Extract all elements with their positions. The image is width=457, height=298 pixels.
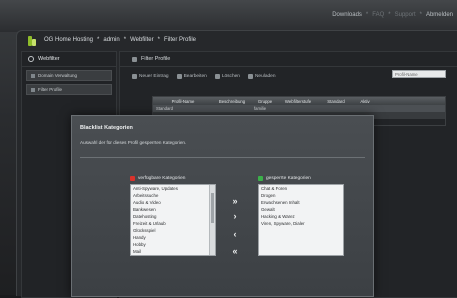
list-item[interactable]: Glücksspiel: [131, 227, 215, 234]
logout-link[interactable]: Abmelden: [426, 12, 453, 18]
column-header[interactable]: Aktiv: [355, 99, 375, 104]
sidebar-item-domain-verwaltung[interactable]: Domain Verwaltung: [26, 70, 112, 81]
gear-icon: [28, 56, 34, 62]
grid-icon: [132, 56, 137, 62]
breadcrumb-item[interactable]: OG Home Hosting: [44, 37, 93, 43]
add-icon: [132, 73, 137, 79]
blocked-categories-header: gesperrte Kategorien: [258, 176, 311, 181]
list-item[interactable]: Gewalt: [259, 206, 343, 213]
scrollbar[interactable]: [209, 185, 215, 255]
list-icon: [31, 87, 35, 92]
list-item[interactable]: Mail: [131, 248, 215, 255]
support-link[interactable]: Support: [395, 12, 416, 18]
breadcrumb-separator: *: [157, 37, 160, 43]
breadcrumb-item: Filter Profile: [163, 37, 196, 43]
column-header[interactable]: Beschreibung: [213, 99, 251, 104]
list-item[interactable]: Datehosting: [131, 213, 215, 220]
page-title: Filter Profile: [141, 56, 171, 62]
delete-button[interactable]: Löschen: [214, 73, 240, 79]
app-logo-icon: [27, 34, 37, 46]
downloads-link[interactable]: Downloads: [332, 12, 362, 18]
list-item[interactable]: Handy: [131, 234, 215, 241]
sidebar-item-label: Filter Profile: [38, 87, 63, 92]
red-square-icon: [130, 176, 135, 181]
green-square-icon: [258, 176, 263, 181]
nav-separator: *: [388, 12, 391, 18]
refresh-icon: [247, 73, 253, 79]
list-item[interactable]: Erwachsenen Inhalt: [259, 199, 343, 206]
sidebar-header: Webfilter: [22, 52, 116, 67]
breadcrumb-item[interactable]: Webfilter: [130, 37, 154, 43]
nav-separator: *: [365, 12, 369, 18]
delete-icon: [214, 73, 220, 79]
table-header: Profil-Name Beschreibung Gruppe Webfilte…: [153, 97, 445, 105]
list-item[interactable]: Arbeitssuche: [131, 192, 215, 199]
breadcrumb-separator: *: [97, 37, 100, 43]
blocked-categories-list[interactable]: Chat & Foren Drogen Erwachsenen Inhalt G…: [258, 184, 344, 256]
column-header[interactable]: Gruppe: [251, 99, 279, 104]
edit-label: Bearbeiten: [183, 73, 207, 79]
faq-link[interactable]: FAQ: [372, 12, 384, 18]
column-header[interactable]: Webfilterstufe: [279, 99, 317, 104]
list-item[interactable]: Bankwesen: [131, 206, 215, 213]
sidebar-title: Webfilter: [38, 56, 60, 62]
list-item[interactable]: Freizeit & Urlaub: [131, 220, 215, 227]
list-item[interactable]: Viren, Spyware, Dialer: [259, 220, 343, 227]
available-categories-list[interactable]: Anti-Spyware, Updates Arbeitssuche Audio…: [130, 184, 216, 256]
divider: [80, 157, 365, 158]
list-item[interactable]: Audio & Video: [131, 199, 215, 206]
blocked-categories-label: gesperrte Kategorien: [266, 176, 311, 181]
nav-separator: *: [419, 12, 422, 18]
scrollbar-thumb[interactable]: [211, 193, 214, 223]
list-item[interactable]: Anti-Spyware, Updates: [131, 185, 215, 192]
available-categories-label: verfügbare Kategorien: [138, 176, 186, 181]
dialog-title: Blacklist Kategorien: [80, 125, 133, 131]
remove-all-button[interactable]: «: [227, 246, 243, 257]
list-item[interactable]: Hobby: [131, 241, 215, 248]
available-categories-header: verfügbare Kategorien: [130, 176, 185, 181]
breadcrumb-item[interactable]: admin: [103, 37, 119, 43]
table-cell: Standard: [156, 106, 173, 111]
column-header[interactable]: Profil-Name: [153, 99, 213, 104]
edit-icon: [176, 73, 182, 79]
add-all-button[interactable]: »: [227, 196, 243, 207]
list-item[interactable]: Drogen: [259, 192, 343, 199]
table-cell: familie: [254, 106, 267, 111]
new-entry-label: Neuer Eintrag: [139, 73, 169, 79]
sidebar-item-label: Domain Verwaltung: [38, 73, 78, 78]
sidebar-item-filter-profile[interactable]: Filter Profile: [26, 84, 112, 95]
table-row[interactable]: Standard familie: [153, 105, 445, 112]
blacklist-dialog: Blacklist Kategorien Auswahl der für die…: [71, 115, 374, 297]
edit-button[interactable]: Bearbeiten: [176, 73, 207, 79]
top-navigation: Downloads * FAQ * Support * Abmelden: [0, 0, 457, 32]
list-item[interactable]: Chat & Foren: [259, 185, 343, 192]
list-item[interactable]: Hacking & Warez: [259, 213, 343, 220]
new-entry-button[interactable]: Neuer Eintrag: [132, 73, 169, 79]
delete-label: Löschen: [221, 73, 240, 79]
column-header[interactable]: Standard: [317, 99, 355, 104]
add-button[interactable]: ›: [227, 211, 243, 222]
breadcrumb: OG Home Hosting * admin * Webfilter * Fi…: [17, 31, 457, 49]
list-icon: [31, 73, 35, 78]
content-header: Filter Profile: [120, 52, 457, 67]
reload-button[interactable]: Neuladen: [247, 73, 276, 79]
search-input[interactable]: Profil-Name: [392, 70, 446, 78]
dialog-description: Auswahl der für dieses Profil gesperrten…: [80, 140, 187, 145]
remove-button[interactable]: ‹: [227, 229, 243, 240]
breadcrumb-separator: *: [123, 37, 127, 43]
top-links: Downloads * FAQ * Support * Abmelden: [332, 12, 453, 18]
reload-label: Neuladen: [254, 73, 276, 79]
